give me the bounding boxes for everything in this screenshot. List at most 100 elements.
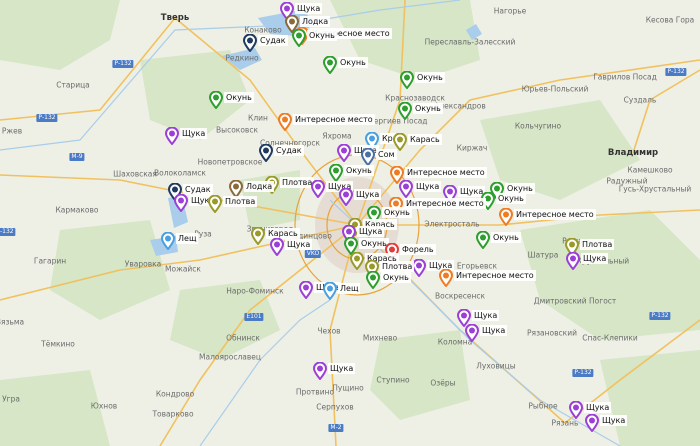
map-marker-catfish[interactable]: Сом [361,148,397,166]
map-marker-label: Лещ [338,283,361,294]
map-pin-icon [337,144,351,162]
map-marker-label: Щука [600,415,628,426]
map-marker-perch[interactable]: Окунь [292,29,337,47]
map-marker-perch[interactable]: Окунь [398,102,443,120]
road-shield: Р-132 [649,312,671,320]
map-marker-label: Щука [414,181,442,192]
map-marker-label: Интересное место [293,114,375,125]
map-marker-pike[interactable]: Щука [165,127,208,145]
map-marker-pike[interactable]: Щука [465,324,508,342]
map-marker-label: Щука [354,189,382,200]
map-marker-crucian[interactable]: Карась [350,252,399,270]
map-marker-perch[interactable]: Окунь [366,271,411,289]
map-marker-label: Щука [480,325,508,336]
map-marker-zander[interactable]: Судак [243,34,288,52]
road-shield: Р-132 [665,68,687,76]
map-pin-icon [439,269,453,287]
map-marker-perch[interactable]: Окунь [329,164,374,182]
map-pin-icon [323,56,337,74]
road-shield: Р-132 [0,228,16,236]
map-marker-label: Интересное место [405,167,487,178]
map-pin-icon [292,29,306,47]
map-marker-label: Окунь [491,232,521,243]
road-shield: Р-132 [36,114,58,122]
map-marker-label: Щука [285,239,313,250]
map-marker-lesch[interactable]: Лещ [323,282,361,300]
map-marker-pike[interactable]: Щука [569,401,612,419]
map-marker-label: Щука [295,3,323,14]
map-pin-icon [361,148,375,166]
map-marker-label: Карась [408,134,442,145]
map-marker-interesting[interactable]: Интересное место [499,208,596,226]
map-marker-label: Судак [258,35,288,46]
map-pin-icon [278,113,292,131]
map-marker-label: Плотва [223,196,258,207]
map-marker-label: Щука [581,253,609,264]
map-marker-pike[interactable]: Щука [270,238,313,256]
map-marker-label: Интересное место [454,270,536,281]
map-pin-icon [259,144,273,162]
map-marker-label: Плотва [580,239,615,250]
map-marker-pike[interactable]: Щука [311,180,354,198]
map-marker-label: Сом [376,149,397,160]
map-pin-icon [339,188,353,206]
map-marker-label: Окунь [415,72,445,83]
map-marker-perch[interactable]: Окунь [476,231,521,249]
map-marker-crucian[interactable]: Карась [251,227,300,245]
map-marker-label: Лодка [244,181,275,192]
map-pin-icon [350,252,364,270]
road-shield: М-9 [69,153,85,161]
map-marker-label: Судак [274,145,304,156]
map-marker-label: Форель [400,244,436,255]
map-marker-label: Щука [472,310,500,321]
map-pin-icon [165,127,179,145]
map-marker-label: Интересное место [404,198,486,209]
map-pin-icon [399,180,413,198]
map-marker-pike[interactable]: Щука [174,194,217,212]
map-pin-icon [585,414,599,432]
map-marker-perch[interactable]: Окунь [209,91,254,109]
road-shield: Е101 [244,313,264,321]
map-marker-pike[interactable]: Щука [337,144,380,162]
map-marker-pike[interactable]: Щука [339,188,382,206]
road-shield: Р-132 [112,60,134,68]
map-pin-icon [161,232,175,250]
map-pin-icon [400,71,414,89]
road-shield: М-2 [328,424,344,432]
map-marker-label: Щука [180,128,208,139]
map-pin-icon [313,362,327,380]
map-marker-label: Плотва [280,177,315,188]
road-shield: VKO [304,250,322,258]
map-pin-icon [499,208,513,226]
map-marker-label: Окунь [344,165,374,176]
map-marker-zander[interactable]: Судак [259,144,304,162]
map-pin-icon [366,271,380,289]
map-marker-label: Окунь [381,272,411,283]
map-pin-icon [329,164,343,182]
road-shield: Р-132 [572,369,594,377]
map-marker-label: Окунь [224,92,254,103]
map-pin-icon [243,34,257,52]
map-marker-interesting[interactable]: Интересное место [278,113,375,131]
map-marker-label: Щука [357,226,385,237]
map-marker-pike[interactable]: Щука [399,180,442,198]
map-marker-pike[interactable]: Щука [299,281,342,299]
map-pin-icon [566,252,580,270]
map-marker-pike[interactable]: Щука [566,252,609,270]
map-pin-icon [311,180,325,198]
map[interactable]: Тверь Редкино Конаково Нагорье Кесова Гора Пе… [0,0,700,446]
map-marker-perch[interactable]: Окунь [400,71,445,89]
map-marker-interesting[interactable]: Интересное место [439,269,536,287]
map-marker-roach[interactable]: Плотва [208,195,258,213]
map-marker-pike[interactable]: Щука [585,414,628,432]
map-pin-icon [569,401,583,419]
map-marker-label: Окунь [413,103,443,114]
map-marker-label: Плотва [380,261,415,272]
map-marker-perch[interactable]: Окунь [323,56,368,74]
map-marker-label: Окунь [496,193,526,204]
map-marker-lesch[interactable]: Лещ [161,232,199,250]
map-pin-icon [476,231,490,249]
map-pin-icon [174,194,188,212]
map-marker-label: Щука [584,402,612,413]
map-marker-pike[interactable]: Щука [313,362,356,380]
